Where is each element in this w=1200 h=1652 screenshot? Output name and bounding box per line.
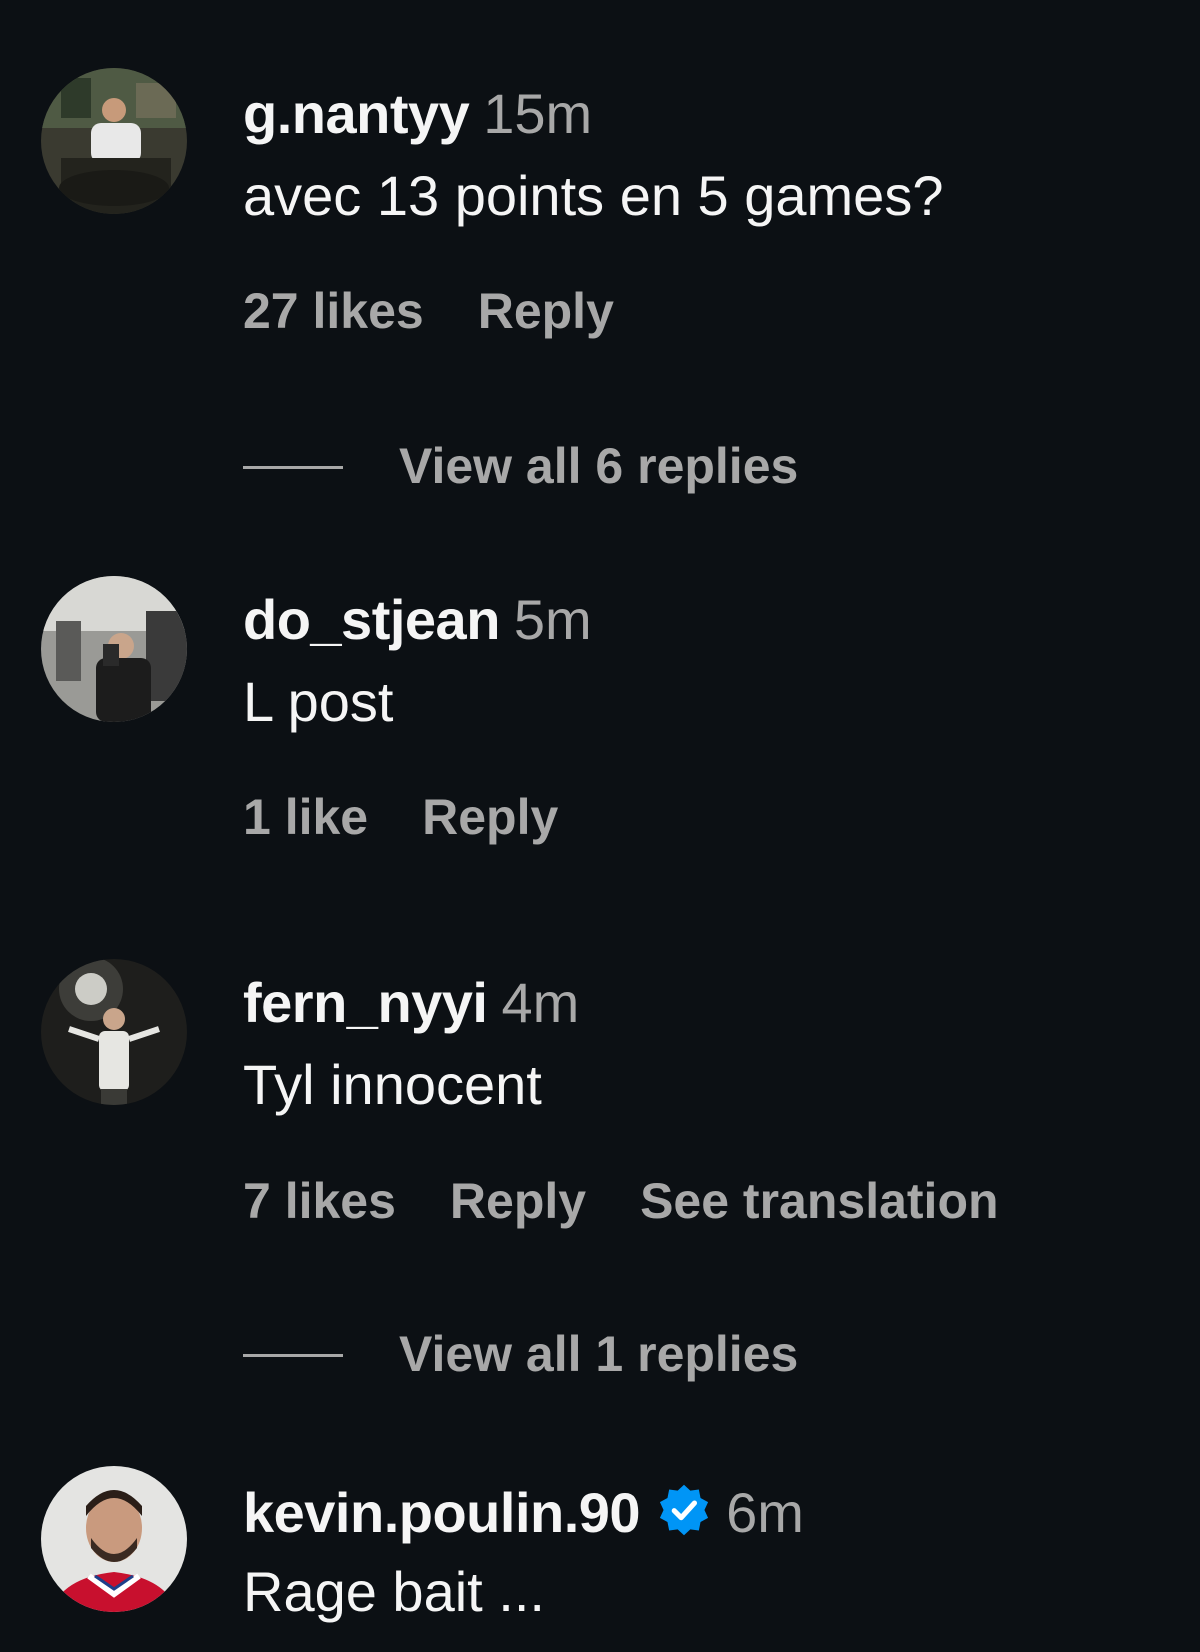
likes-count[interactable]: 1 like — [243, 789, 368, 845]
divider-line — [243, 466, 343, 469]
reply-button[interactable]: Reply — [478, 283, 614, 339]
username[interactable]: kevin.poulin.90 — [243, 1481, 641, 1544]
timestamp[interactable]: 6m — [726, 1481, 804, 1544]
comment-text: Tyl innocent — [243, 1053, 542, 1116]
avatar[interactable] — [41, 959, 187, 1105]
avatar[interactable] — [41, 1466, 187, 1612]
likes-count[interactable]: 7 likes — [243, 1173, 396, 1229]
comment-text: avec 13 points en 5 games? — [243, 164, 944, 227]
username[interactable]: g.nantyy — [243, 82, 470, 145]
view-replies-label: View all 6 replies — [399, 438, 799, 494]
reply-button[interactable]: Reply — [450, 1173, 586, 1229]
view-replies-label: View all 1 replies — [399, 1326, 799, 1382]
avatar[interactable] — [41, 68, 187, 214]
timestamp[interactable]: 5m — [514, 588, 592, 651]
username[interactable]: do_stjean — [243, 588, 500, 651]
view-replies-button[interactable]: View all 6 replies — [243, 441, 798, 491]
see-translation-button[interactable]: See translation — [640, 1173, 998, 1229]
comment-text: Rage bait ... — [243, 1560, 545, 1623]
comment-text: L post — [243, 670, 394, 733]
timestamp[interactable]: 15m — [483, 82, 592, 145]
timestamp[interactable]: 4m — [502, 971, 580, 1034]
likes-count[interactable]: 27 likes — [243, 283, 424, 339]
view-replies-button[interactable]: View all 1 replies — [243, 1329, 798, 1379]
username[interactable]: fern_nyyi — [243, 971, 488, 1034]
divider-line — [243, 1354, 343, 1357]
verified-badge-icon — [656, 1482, 712, 1538]
reply-button[interactable]: Reply — [422, 789, 558, 845]
avatar[interactable] — [41, 576, 187, 722]
